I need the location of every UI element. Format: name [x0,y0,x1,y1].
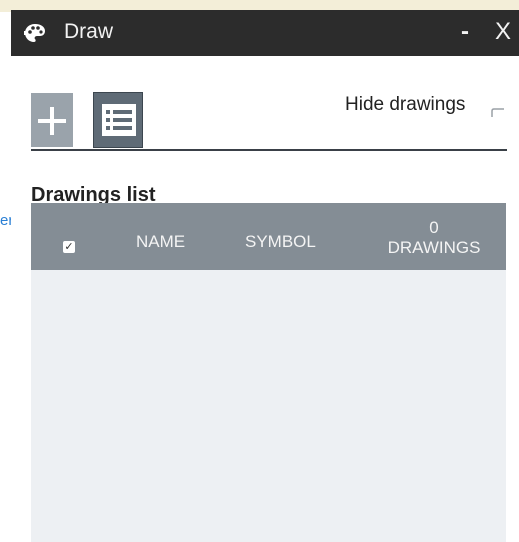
drawings-count-value: 0 [429,218,439,237]
column-header-symbol[interactable]: SYMBOL [245,232,316,252]
panel-title: Draw [64,20,114,43]
tab-underline [31,149,507,151]
drawings-table-header: ✓ NAME SYMBOL 0 DRAWINGS [31,203,506,270]
panel-titlebar[interactable]: Draw - X [11,10,519,56]
drawings-count-label: DRAWINGS [387,238,481,257]
plus-icon [38,107,66,135]
drawings-table-body [31,270,506,542]
tab-add-drawing[interactable] [31,93,73,147]
column-header-name[interactable]: NAME [136,232,185,252]
close-button[interactable]: X [489,18,517,46]
minimize-button[interactable]: - [451,18,479,46]
column-header-drawings-count: 0 DRAWINGS [376,218,492,258]
palette-icon [24,23,46,43]
list-icon [102,104,136,136]
hide-drawings-toggle[interactable] [491,105,505,117]
select-all-checkbox[interactable]: ✓ [63,241,75,253]
tab-drawings-list[interactable] [93,92,143,148]
hide-drawings-label: Hide drawings [345,94,466,115]
draw-panel: Draw - X Hide drawings Drawings list ✓ N… [11,10,519,542]
